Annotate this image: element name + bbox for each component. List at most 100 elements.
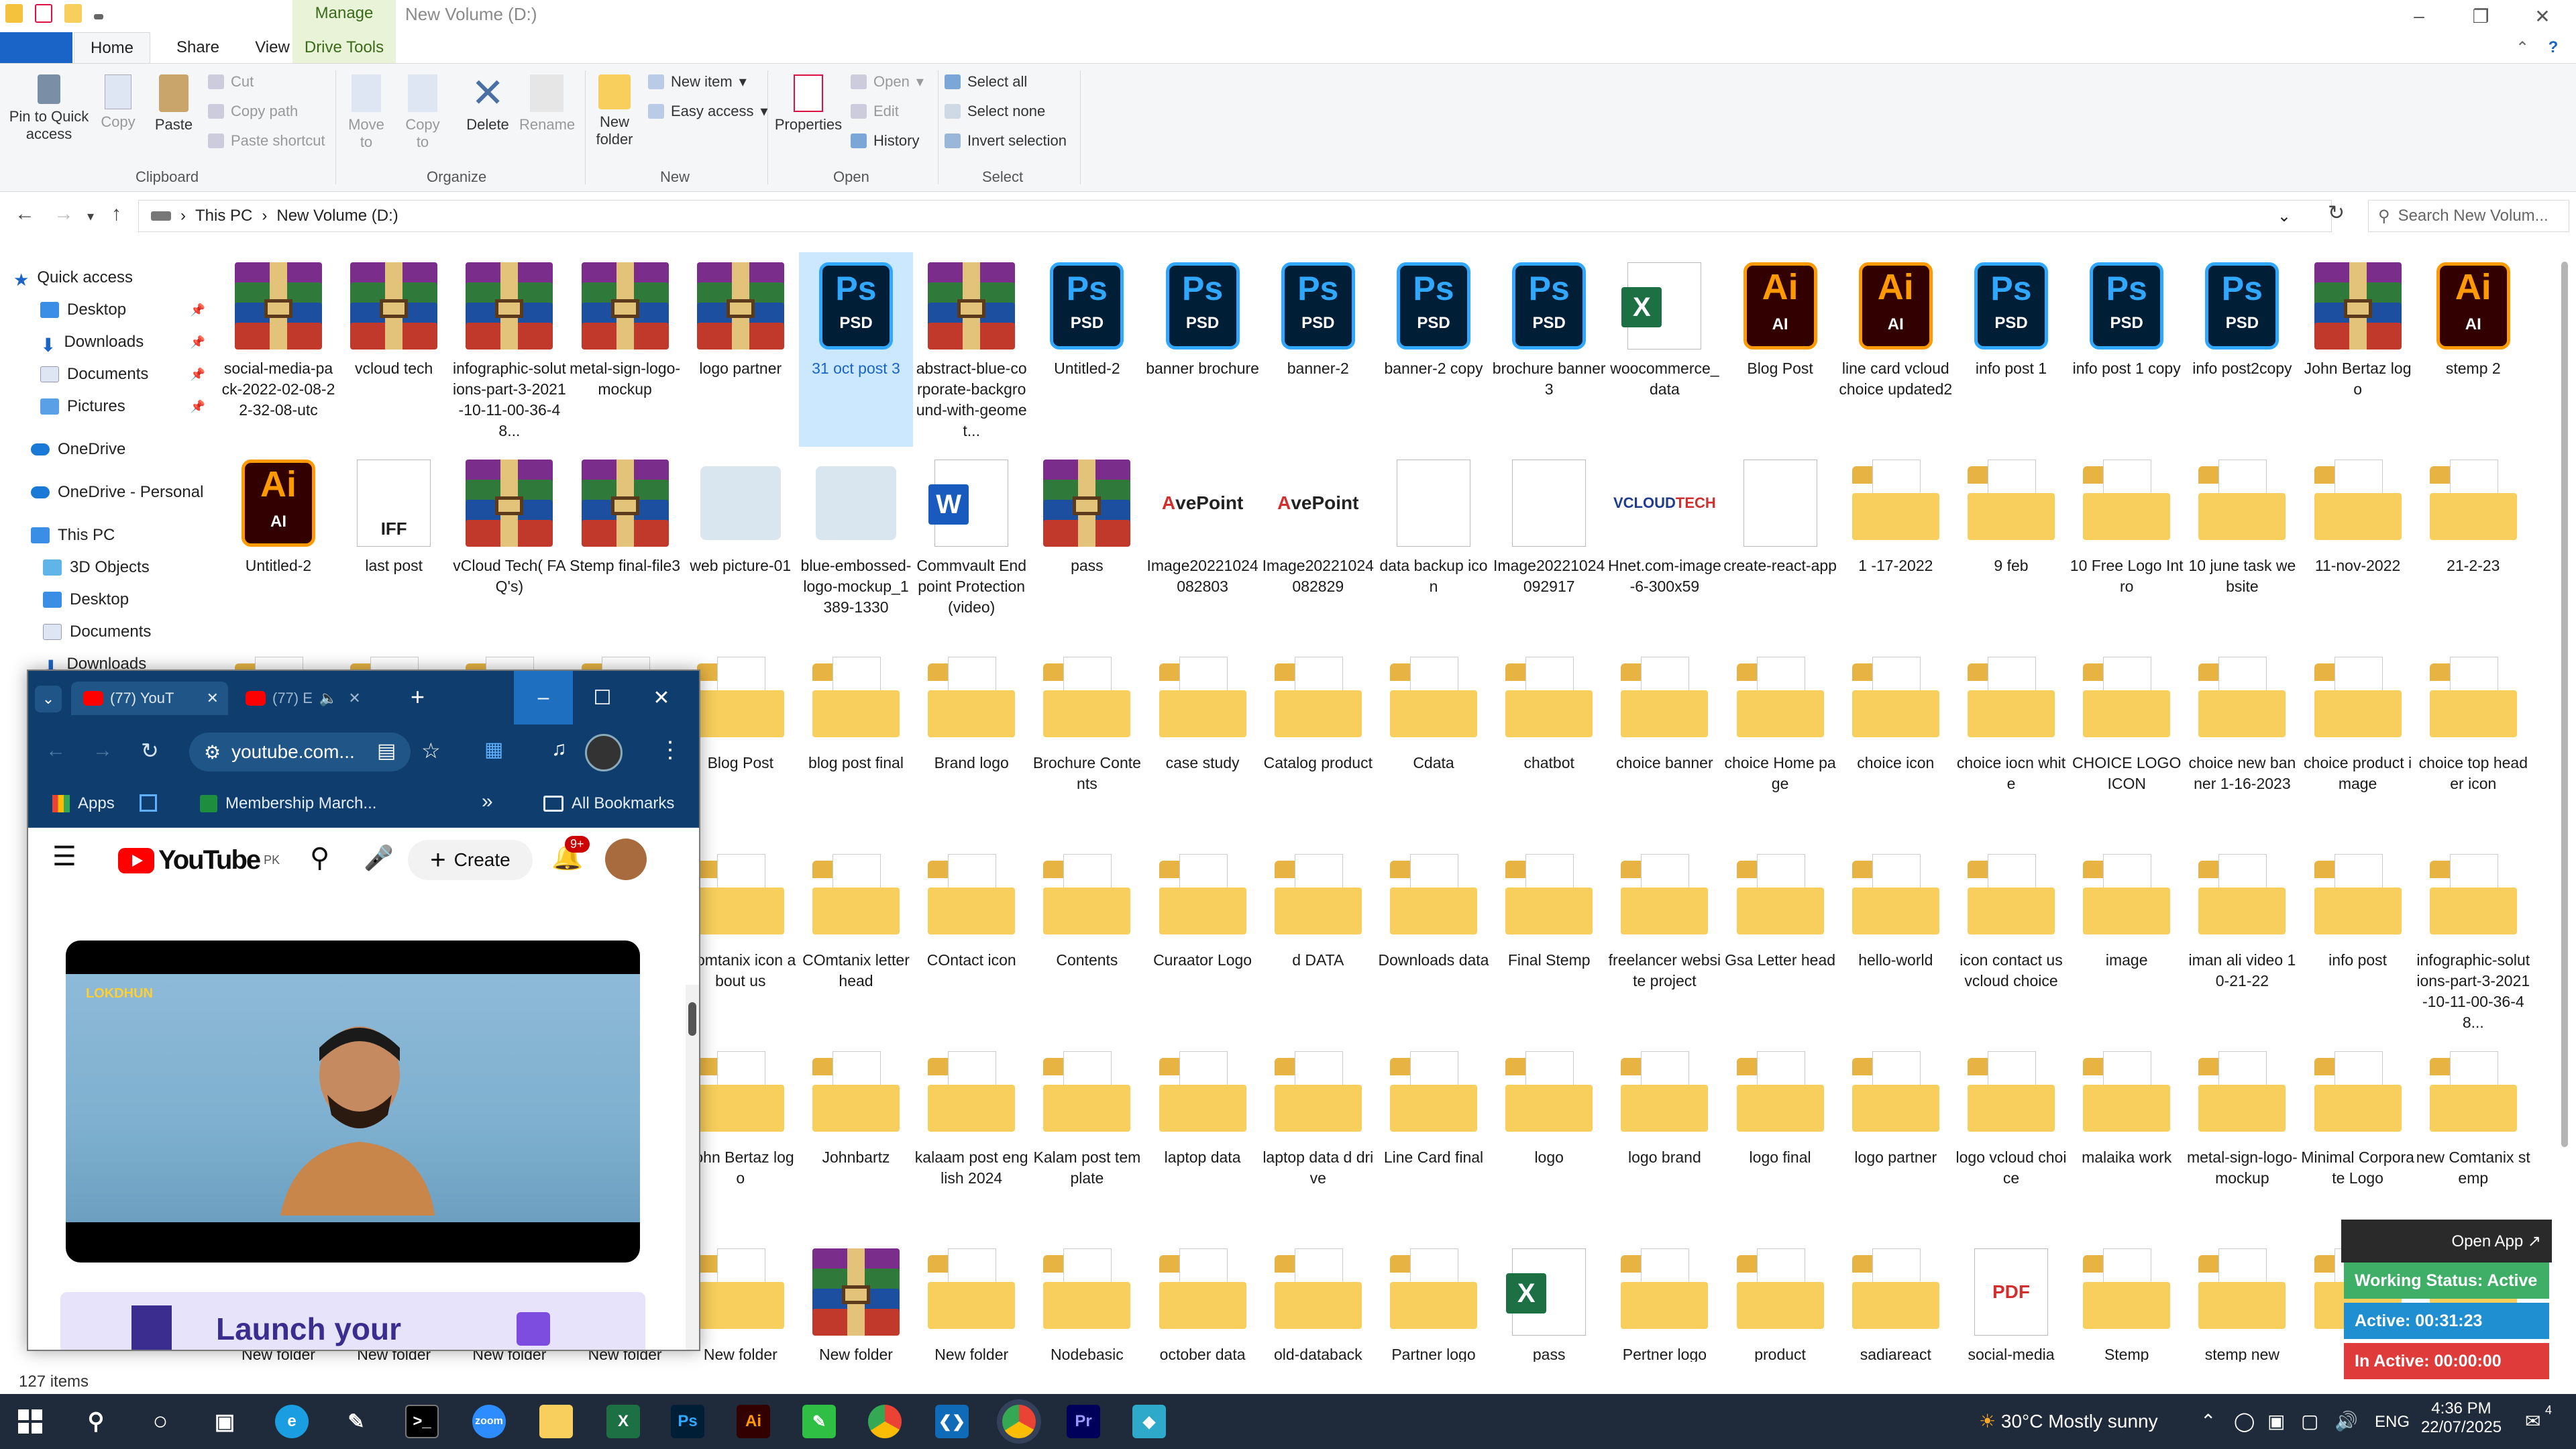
nav-quick-access[interactable]: ★ Quick access	[13, 268, 133, 290]
file-item[interactable]: choice banner	[1607, 647, 1721, 841]
file-item[interactable]: laptop data d drive	[1261, 1041, 1375, 1236]
file-item[interactable]: choice icon	[1839, 647, 1953, 841]
create-button[interactable]: + Create	[408, 840, 533, 880]
vertical-scrollbar[interactable]	[2556, 248, 2572, 1362]
install-app-icon[interactable]: ▤	[377, 739, 396, 763]
nav-documents[interactable]: Documents	[40, 365, 148, 384]
tab-share[interactable]: Share	[161, 32, 235, 63]
close-button[interactable]: ✕	[2512, 0, 2573, 32]
pin-quick-access-button[interactable]: Pin to Quick access	[5, 74, 93, 143]
search-icon[interactable]: ⚲	[310, 843, 329, 873]
properties-button[interactable]: Properties	[771, 74, 845, 133]
file-item[interactable]: web picture-01	[684, 449, 798, 644]
volume-icon[interactable]: 🔊	[2334, 1410, 2358, 1432]
weather-widget[interactable]: ☀ 30°C Mostly sunny	[1979, 1410, 2158, 1432]
file-item[interactable]: New folder	[684, 1238, 798, 1362]
file-item[interactable]: Comtanix icon about us	[684, 844, 798, 1038]
file-item[interactable]: COmtanix letter head	[799, 844, 913, 1038]
copy-button[interactable]: Copy	[97, 74, 140, 131]
invert-selection-button[interactable]: Invert selection	[945, 132, 1067, 150]
file-item[interactable]: Xwoocommerce_data	[1607, 252, 1721, 447]
file-item[interactable]: choice product image	[2301, 647, 2415, 841]
close-tab-icon[interactable]: ✕	[348, 690, 360, 707]
file-item[interactable]: Ps PSD info post 1 copy	[2070, 252, 2184, 447]
new-folder-icon[interactable]	[64, 4, 82, 23]
file-item[interactable]: logo	[1492, 1041, 1606, 1236]
tray-monitor-icon[interactable]: ▣	[2267, 1410, 2285, 1432]
restore-button[interactable]: ❐	[2450, 0, 2512, 32]
cortana-icon[interactable]: ○	[144, 1405, 177, 1438]
file-item[interactable]: Ps PSD Untitled-2	[1030, 252, 1144, 447]
photoshop-icon[interactable]: Ps	[671, 1405, 704, 1438]
bookmark-all[interactable]: All Bookmarks	[543, 794, 674, 813]
file-item[interactable]: new Comtanix stemp	[2416, 1041, 2530, 1236]
file-item[interactable]: Ps PSD brochure banner 3	[1492, 252, 1606, 447]
file-item[interactable]: product	[1723, 1238, 1837, 1362]
file-item[interactable]: icon contact us vcloud choice	[1954, 844, 2068, 1038]
open-button[interactable]: Open ▾	[851, 73, 924, 91]
file-item[interactable]: Cdata	[1377, 647, 1491, 841]
file-item[interactable]: Contents	[1030, 844, 1144, 1038]
user-avatar[interactable]	[605, 839, 647, 880]
new-tab-icon[interactable]: +	[411, 683, 425, 711]
file-item[interactable]: pass	[1030, 449, 1144, 644]
terminal-icon[interactable]: >_	[405, 1405, 439, 1438]
browser-minimize-button[interactable]: –	[514, 671, 573, 724]
file-item[interactable]: Ps PSD banner-2 copy	[1377, 252, 1491, 447]
file-item[interactable]: PDF social-media	[1954, 1238, 2068, 1362]
file-item[interactable]: John Bertaz logo	[684, 1041, 798, 1236]
bookmark-membership[interactable]: Membership March...	[200, 794, 376, 813]
breadcrumb-volume[interactable]: New Volume (D:)	[276, 207, 398, 225]
file-item[interactable]: VCLOUDTECH Hnet.com-image-6-300x59	[1607, 449, 1721, 644]
hamburger-menu-icon[interactable]: ☰	[52, 841, 76, 872]
file-item[interactable]: Ps PSD info post2copy	[2185, 252, 2299, 447]
file-item[interactable]: malaika work	[2070, 1041, 2184, 1236]
bookmark-grid-icon[interactable]	[140, 794, 157, 812]
file-item[interactable]: image	[2070, 844, 2184, 1038]
file-item[interactable]: Stemp final-file3	[568, 449, 682, 644]
more-bookmarks-icon[interactable]: »	[482, 790, 493, 813]
file-item[interactable]: Partner logo	[1377, 1238, 1491, 1362]
file-item[interactable]: create-react-app	[1723, 449, 1837, 644]
network-icon[interactable]: ▢	[2301, 1410, 2318, 1432]
select-all-button[interactable]: Select all	[945, 73, 1027, 91]
file-item[interactable]: metal-sign-logo-mockup	[2185, 1041, 2299, 1236]
rename-button[interactable]: Rename	[519, 74, 575, 133]
new-folder-button[interactable]: New folder	[590, 74, 639, 148]
file-item[interactable]: stemp new	[2185, 1238, 2299, 1362]
ad-banner[interactable]: Launch your	[60, 1292, 645, 1350]
notification-center-icon[interactable]: ✉	[2525, 1410, 2540, 1432]
zoom-icon[interactable]: zoom	[472, 1405, 506, 1438]
tab-search-icon[interactable]: ⌄	[35, 686, 62, 712]
file-item[interactable]: Pertner logo	[1607, 1238, 1721, 1362]
pin-icon[interactable]: 📌	[191, 400, 205, 414]
media-control-icon[interactable]: ♫	[551, 738, 567, 761]
tab-home[interactable]: Home	[74, 32, 150, 63]
browser-close-button[interactable]: ✕	[632, 671, 691, 724]
file-item[interactable]: Xpass	[1492, 1238, 1606, 1362]
search-icon[interactable]: ⚲	[79, 1405, 113, 1438]
file-item[interactable]: metal-sign-logo-mockup	[568, 252, 682, 447]
file-item[interactable]: logo vcloud choice	[1954, 1041, 2068, 1236]
nav-3d-objects[interactable]: 3D Objects	[43, 558, 150, 577]
file-item[interactable]: Ps PSD info post 1	[1954, 252, 2068, 447]
browser-window[interactable]: ⌄ (77) YouT ✕ (77) E 🔈 ✕ + – ☐ ✕ ← → ↻ ⚙	[27, 669, 700, 1351]
browser-tab-youtube-2[interactable]: (77) E 🔈 ✕	[233, 682, 381, 715]
file-item[interactable]: laptop data	[1146, 1041, 1260, 1236]
browser-menu-icon[interactable]: ⋮	[659, 737, 682, 763]
file-item[interactable]: Downloads data	[1377, 844, 1491, 1038]
pen-tool-icon[interactable]: ✎	[339, 1405, 373, 1438]
file-item[interactable]: vcloud tech	[337, 252, 451, 447]
back-arrow-icon[interactable]: ←	[15, 203, 35, 225]
file-item[interactable]: logo partner	[1839, 1041, 1953, 1236]
tray-overflow-icon[interactable]: ⌃	[2200, 1410, 2216, 1432]
windows-start-icon[interactable]	[13, 1405, 47, 1438]
file-item[interactable]: Ai AI Blog Post	[1723, 252, 1837, 447]
tracker-app-icon[interactable]: ◆	[1132, 1405, 1166, 1438]
pin-icon[interactable]: 📌	[191, 335, 205, 350]
file-item[interactable]: logo partner	[684, 252, 798, 447]
file-item[interactable]: Brochure Contents	[1030, 647, 1144, 841]
tab-manage[interactable]: Manage	[292, 4, 396, 23]
file-item[interactable]: Ai AI line card vcloudchoice updated2	[1839, 252, 1953, 447]
history-button[interactable]: History	[851, 132, 919, 150]
